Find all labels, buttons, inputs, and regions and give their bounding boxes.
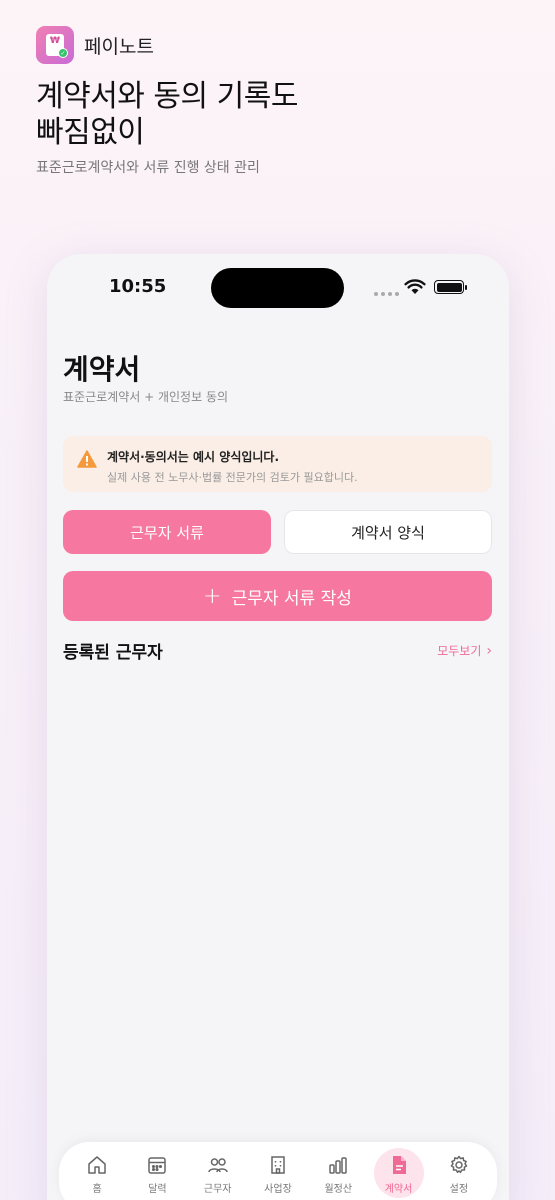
tab-bar: 홈 달력 근무자 사업장 월정산 계약서 설정 [59,1142,497,1200]
signal-dots-icon [374,292,399,296]
tab-settings[interactable]: 설정 [431,1154,487,1195]
phone-frame: 10:55 계약서 표준근로계약서 + 개인정보 동의 계약서·동의서는 예시 … [47,254,509,1200]
users-icon [207,1158,228,1173]
tab-label: 근무자 [203,1184,232,1195]
page-subtitle: 표준근로계약서 + 개인정보 동의 [63,390,229,404]
segment-worker-documents[interactable]: 근무자 서류 [63,510,271,554]
notice-banner: 계약서·동의서는 예시 양식입니다. 실제 사용 전 노무사·법률 전문가의 검… [63,436,492,492]
tab-label: 월정산 [324,1184,353,1195]
tab-label: 달력 [148,1184,167,1195]
segment-contract-templates[interactable]: 계약서 양식 [284,510,492,554]
tab-label: 설정 [449,1184,469,1195]
view-all-link[interactable]: 모두보기 › [437,642,492,659]
create-button-label: 근무자 서류 작성 [231,588,352,609]
dynamic-island [211,268,344,308]
notice-title: 계약서·동의서는 예시 양식입니다. [107,450,280,464]
gear-icon [450,1155,468,1174]
headline-line-2: 빠짐없이 [36,115,145,150]
page-title: 계약서 [63,353,141,386]
status-bar: 10:55 [47,254,509,324]
tab-home[interactable]: 홈 [69,1154,125,1195]
tab-monthly-settlement[interactable]: 월정산 [310,1154,366,1195]
view-all-label: 모두보기 [437,644,482,658]
status-time: 10:55 [109,276,167,297]
section-title: 등록된 근무자 [63,643,163,663]
calendar-icon [148,1157,167,1174]
document-icon [392,1156,406,1174]
headline-line-1: 계약서와 동의 기록도 [36,79,298,114]
chevron-right-icon: › [486,642,492,659]
tab-contracts[interactable]: 계약서 [371,1148,427,1198]
battery-icon [434,280,467,294]
hero-headline: 계약서와 동의 기록도 빠짐없이 [36,79,298,151]
plus-icon: + [203,583,222,609]
home-icon [88,1156,106,1174]
tab-workers[interactable]: 근무자 [190,1154,246,1195]
tab-label: 홈 [92,1184,102,1195]
building-icon [271,1156,285,1174]
notice-text: 계약서·동의서는 예시 양식입니다. 실제 사용 전 노무사·법률 전문가의 검… [107,448,358,485]
bar-chart-icon [329,1157,348,1174]
wifi-icon [404,279,426,294]
notice-description: 실제 사용 전 노무사·법률 전문가의 검토가 필요합니다. [107,471,358,484]
app-name: 페이노트 [84,35,154,58]
app-header: ₩ ✓ 페이노트 [36,26,154,64]
section-header: 등록된 근무자 모두보기 › [63,638,492,664]
warning-icon [77,450,97,468]
tab-label: 계약서 [384,1184,413,1195]
tab-calendar[interactable]: 달력 [129,1154,185,1195]
tab-label: 사업장 [264,1184,292,1195]
tab-workplace[interactable]: 사업장 [250,1154,306,1195]
app-logo-icon: ₩ ✓ [36,26,74,64]
create-document-button[interactable]: + 근무자 서류 작성 [63,571,492,621]
check-icon: ✓ [58,48,68,58]
hero-subhead: 표준근로계약서와 서류 진행 상태 관리 [36,160,260,176]
